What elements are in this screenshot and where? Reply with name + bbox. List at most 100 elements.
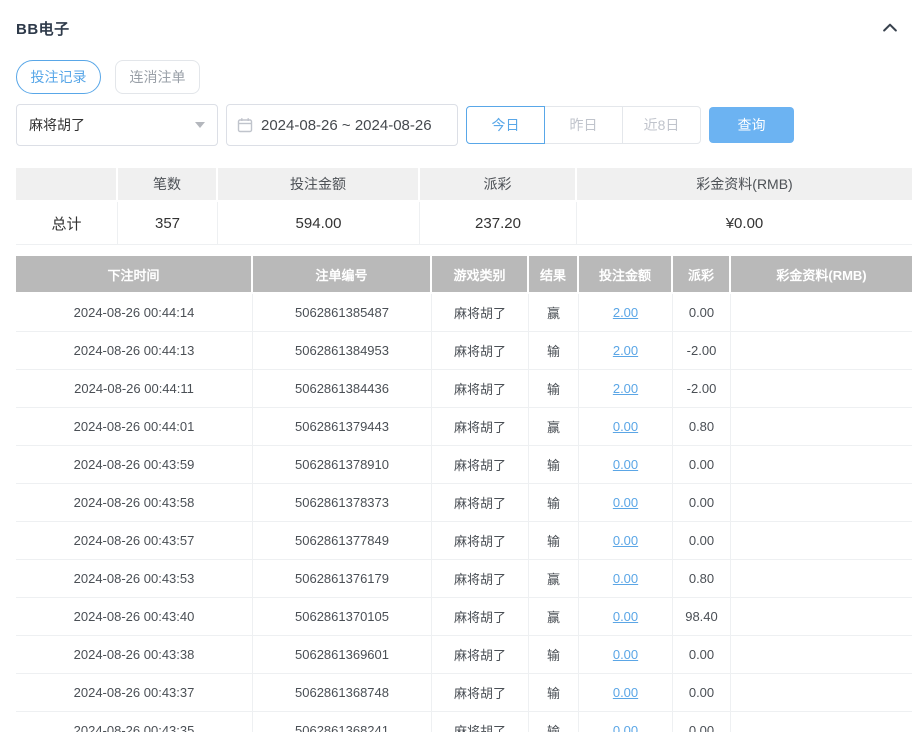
- cell-payout: 0.00: [673, 484, 731, 522]
- cell-bet-amount-link[interactable]: 0.00: [613, 723, 638, 732]
- table-row: 2024-08-26 00:43:575062861377849麻将胡了输0.0…: [16, 522, 912, 560]
- cell-result: 赢: [529, 294, 579, 332]
- cell-bet-time: 2024-08-26 00:43:38: [16, 636, 253, 674]
- cell-bet-amount-link[interactable]: 2.00: [613, 305, 638, 320]
- cell-payout: 0.00: [673, 294, 731, 332]
- cell-bet-amount-link[interactable]: 0.00: [613, 533, 638, 548]
- cell-bonus: [731, 674, 912, 712]
- cell-payout: 0.00: [673, 446, 731, 484]
- cell-bet-amount: 2.00: [579, 332, 673, 370]
- cell-result: 赢: [529, 598, 579, 636]
- cell-bet-time: 2024-08-26 00:43:57: [16, 522, 253, 560]
- cell-bet-id: 5062861370105: [253, 598, 432, 636]
- summary-header-row: 笔数 投注金额 派彩 彩金资料(RMB): [16, 168, 912, 202]
- cell-result: 赢: [529, 560, 579, 598]
- header-result: 结果: [529, 256, 579, 294]
- cell-bet-amount-link[interactable]: 0.00: [613, 609, 638, 624]
- cell-result: 赢: [529, 408, 579, 446]
- table-row: 2024-08-26 00:44:145062861385487麻将胡了赢2.0…: [16, 294, 912, 332]
- collapse-button[interactable]: [878, 16, 902, 40]
- summary-header-bet-amount: 投注金额: [218, 168, 420, 202]
- tab-bet-records[interactable]: 投注记录: [16, 60, 101, 94]
- date-range-input[interactable]: 2024-08-26 ~ 2024-08-26: [226, 104, 458, 146]
- cell-bet-amount: 0.00: [579, 598, 673, 636]
- cell-bet-amount-link[interactable]: 0.00: [613, 647, 638, 662]
- cell-bet-id: 5062861378910: [253, 446, 432, 484]
- cell-bonus: [731, 522, 912, 560]
- cell-bet-amount-link[interactable]: 0.00: [613, 495, 638, 510]
- header-payout: 派彩: [673, 256, 731, 294]
- cell-bet-amount: 0.00: [579, 522, 673, 560]
- yesterday-button[interactable]: 昨日: [544, 106, 623, 144]
- cell-bonus: [731, 294, 912, 332]
- summary-total-row: 总计 357 594.00 237.20 ¥0.00: [16, 202, 912, 245]
- cell-bet-amount: 0.00: [579, 484, 673, 522]
- cell-result: 输: [529, 484, 579, 522]
- caret-down-icon: [195, 122, 205, 128]
- cell-result: 输: [529, 636, 579, 674]
- cell-bet-time: 2024-08-26 00:43:37: [16, 674, 253, 712]
- cell-bonus: [731, 598, 912, 636]
- cell-game-type: 麻将胡了: [432, 560, 529, 598]
- cell-bet-amount-link[interactable]: 0.00: [613, 457, 638, 472]
- summary-header-payout: 派彩: [420, 168, 577, 202]
- cell-game-type: 麻将胡了: [432, 332, 529, 370]
- today-button[interactable]: 今日: [466, 106, 545, 144]
- table-row: 2024-08-26 00:43:535062861376179麻将胡了赢0.0…: [16, 560, 912, 598]
- cell-result: 输: [529, 332, 579, 370]
- cell-payout: 0.80: [673, 560, 731, 598]
- cell-bet-id: 5062861384953: [253, 332, 432, 370]
- cell-payout: -2.00: [673, 332, 731, 370]
- table-row: 2024-08-26 00:43:385062861369601麻将胡了输0.0…: [16, 636, 912, 674]
- cell-payout: 98.40: [673, 598, 731, 636]
- record-tabs: 投注记录 连消注单: [16, 60, 912, 94]
- header-bonus: 彩金资料(RMB): [731, 256, 912, 294]
- cell-bet-id: 5062861368748: [253, 674, 432, 712]
- cell-bet-time: 2024-08-26 00:44:13: [16, 332, 253, 370]
- cell-bet-time: 2024-08-26 00:43:53: [16, 560, 253, 598]
- calendar-icon: [237, 117, 253, 133]
- summary-total-label: 总计: [16, 202, 118, 245]
- cell-game-type: 麻将胡了: [432, 484, 529, 522]
- cell-game-type: 麻将胡了: [432, 712, 529, 732]
- table-row: 2024-08-26 00:43:405062861370105麻将胡了赢0.0…: [16, 598, 912, 636]
- chevron-up-icon: [880, 18, 900, 38]
- cell-bet-amount-link[interactable]: 2.00: [613, 343, 638, 358]
- cell-bet-amount-link[interactable]: 2.00: [613, 381, 638, 396]
- table-row: 2024-08-26 00:43:355062861368241麻将胡了输0.0…: [16, 712, 912, 732]
- summary-total-count: 357: [118, 202, 218, 245]
- cell-bet-amount-link[interactable]: 0.00: [613, 685, 638, 700]
- cell-game-type: 麻将胡了: [432, 294, 529, 332]
- cell-game-type: 麻将胡了: [432, 636, 529, 674]
- cell-result: 输: [529, 674, 579, 712]
- tab-cancelled-bets[interactable]: 连消注单: [115, 60, 200, 94]
- cell-bet-id: 5062861385487: [253, 294, 432, 332]
- page-title: BB电子: [16, 18, 70, 39]
- cell-bonus: [731, 484, 912, 522]
- cell-bonus: [731, 332, 912, 370]
- cell-bet-amount: 0.00: [579, 560, 673, 598]
- bet-table-body: 2024-08-26 00:44:145062861385487麻将胡了赢2.0…: [16, 294, 912, 732]
- cell-bet-id: 5062861368241: [253, 712, 432, 732]
- last-8-days-button[interactable]: 近8日: [622, 106, 701, 144]
- cell-bet-amount: 2.00: [579, 294, 673, 332]
- query-button[interactable]: 查询: [709, 107, 794, 143]
- game-select-value: 麻将胡了: [29, 115, 85, 135]
- summary-table: 笔数 投注金额 派彩 彩金资料(RMB) 总计 357 594.00 237.2…: [16, 168, 912, 245]
- panel-header: BB电子: [16, 0, 912, 40]
- cell-payout: 0.00: [673, 712, 731, 732]
- cell-bet-amount: 0.00: [579, 674, 673, 712]
- cell-payout: 0.00: [673, 522, 731, 560]
- table-row: 2024-08-26 00:43:595062861378910麻将胡了输0.0…: [16, 446, 912, 484]
- cell-bet-amount-link[interactable]: 0.00: [613, 419, 638, 434]
- summary-header-blank: [16, 168, 118, 202]
- cell-bet-amount-link[interactable]: 0.00: [613, 571, 638, 586]
- cell-payout: 0.00: [673, 636, 731, 674]
- summary-total-bet-amount: 594.00: [218, 202, 420, 245]
- cell-bonus: [731, 446, 912, 484]
- game-select[interactable]: 麻将胡了: [16, 104, 218, 146]
- header-bet-time: 下注时间: [16, 256, 253, 294]
- cell-bet-id: 5062861377849: [253, 522, 432, 560]
- cell-bonus: [731, 370, 912, 408]
- filter-bar: 麻将胡了 2024-08-26 ~ 2024-08-26 今日 昨日 近8日 查…: [16, 104, 912, 146]
